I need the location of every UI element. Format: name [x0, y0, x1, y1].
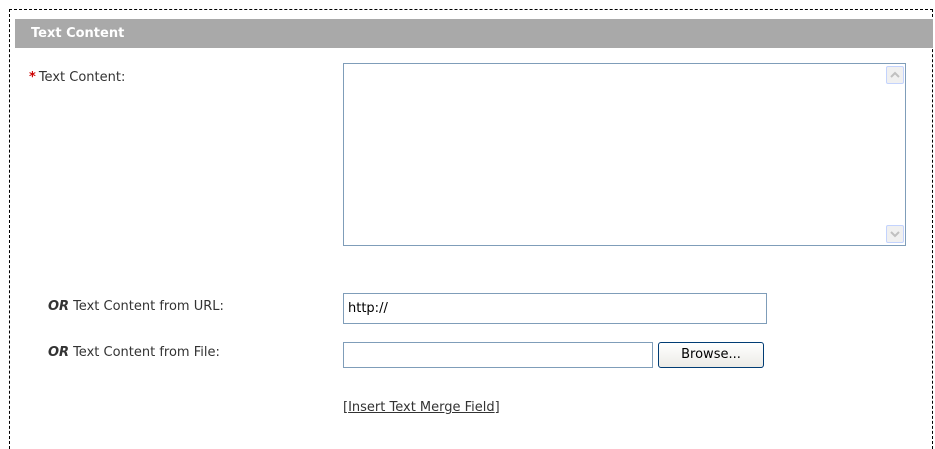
textarea-scrollbar[interactable] — [886, 65, 904, 244]
url-label: OR Text Content from URL: — [48, 299, 224, 314]
url-input[interactable]: http:// — [343, 293, 767, 324]
section-title: Text Content — [31, 26, 125, 41]
insert-merge-field-link[interactable]: Insert Text Merge Field — [348, 400, 495, 415]
or-prefix: OR — [48, 299, 70, 314]
file-label: OR Text Content from File: — [48, 345, 220, 360]
close-bracket: ] — [494, 400, 500, 415]
text-content-label-text: Text Content: — [38, 70, 126, 85]
scroll-down-arrow-icon[interactable] — [886, 225, 904, 243]
text-content-textarea[interactable] — [343, 63, 906, 246]
url-label-text: Text Content from URL: — [73, 299, 224, 314]
browse-button[interactable]: Browse... — [658, 342, 764, 368]
section-header: Text Content — [15, 19, 933, 48]
file-path-input[interactable] — [343, 342, 653, 368]
file-label-text: Text Content from File: — [73, 345, 220, 360]
merge-field-container: [Insert Text Merge Field] — [343, 400, 500, 415]
or-prefix: OR — [48, 345, 70, 360]
scroll-up-arrow-icon[interactable] — [886, 66, 904, 84]
text-content-label: * Text Content: — [29, 70, 125, 85]
required-marker: * — [29, 70, 36, 85]
